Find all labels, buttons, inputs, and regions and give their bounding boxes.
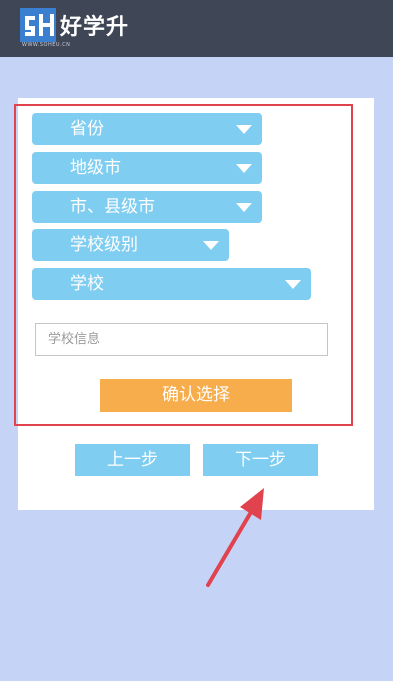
school-level-dropdown-label: 学校级别 <box>70 235 138 255</box>
red-arrow-icon <box>206 488 264 587</box>
site-url: WWW.SOHEU.CN <box>22 42 71 48</box>
logo-icon <box>20 8 56 42</box>
county-city-dropdown-label: 市、县级市 <box>70 197 155 217</box>
province-dropdown[interactable]: 省份 <box>32 113 262 145</box>
chevron-down-icon <box>285 280 301 289</box>
previous-step-button[interactable]: 上一步 <box>75 444 190 476</box>
province-dropdown-label: 省份 <box>70 119 104 139</box>
school-info-input[interactable] <box>35 323 328 356</box>
prefecture-city-dropdown-label: 地级市 <box>70 158 121 178</box>
confirm-selection-button[interactable]: 确认选择 <box>100 379 292 412</box>
prefecture-city-dropdown[interactable]: 地级市 <box>32 152 262 184</box>
school-level-dropdown[interactable]: 学校级别 <box>32 229 229 261</box>
next-step-button[interactable]: 下一步 <box>203 444 318 476</box>
chevron-down-icon <box>236 203 252 212</box>
chevron-down-icon <box>236 164 252 173</box>
school-dropdown-label: 学校 <box>70 274 104 294</box>
app-header: 好学升 WWW.SOHEU.CN <box>0 0 393 57</box>
chevron-down-icon <box>236 125 252 134</box>
county-city-dropdown[interactable]: 市、县级市 <box>32 191 262 223</box>
chevron-down-icon <box>203 241 219 250</box>
app-title: 好学升 <box>60 15 130 40</box>
school-dropdown[interactable]: 学校 <box>32 268 311 300</box>
